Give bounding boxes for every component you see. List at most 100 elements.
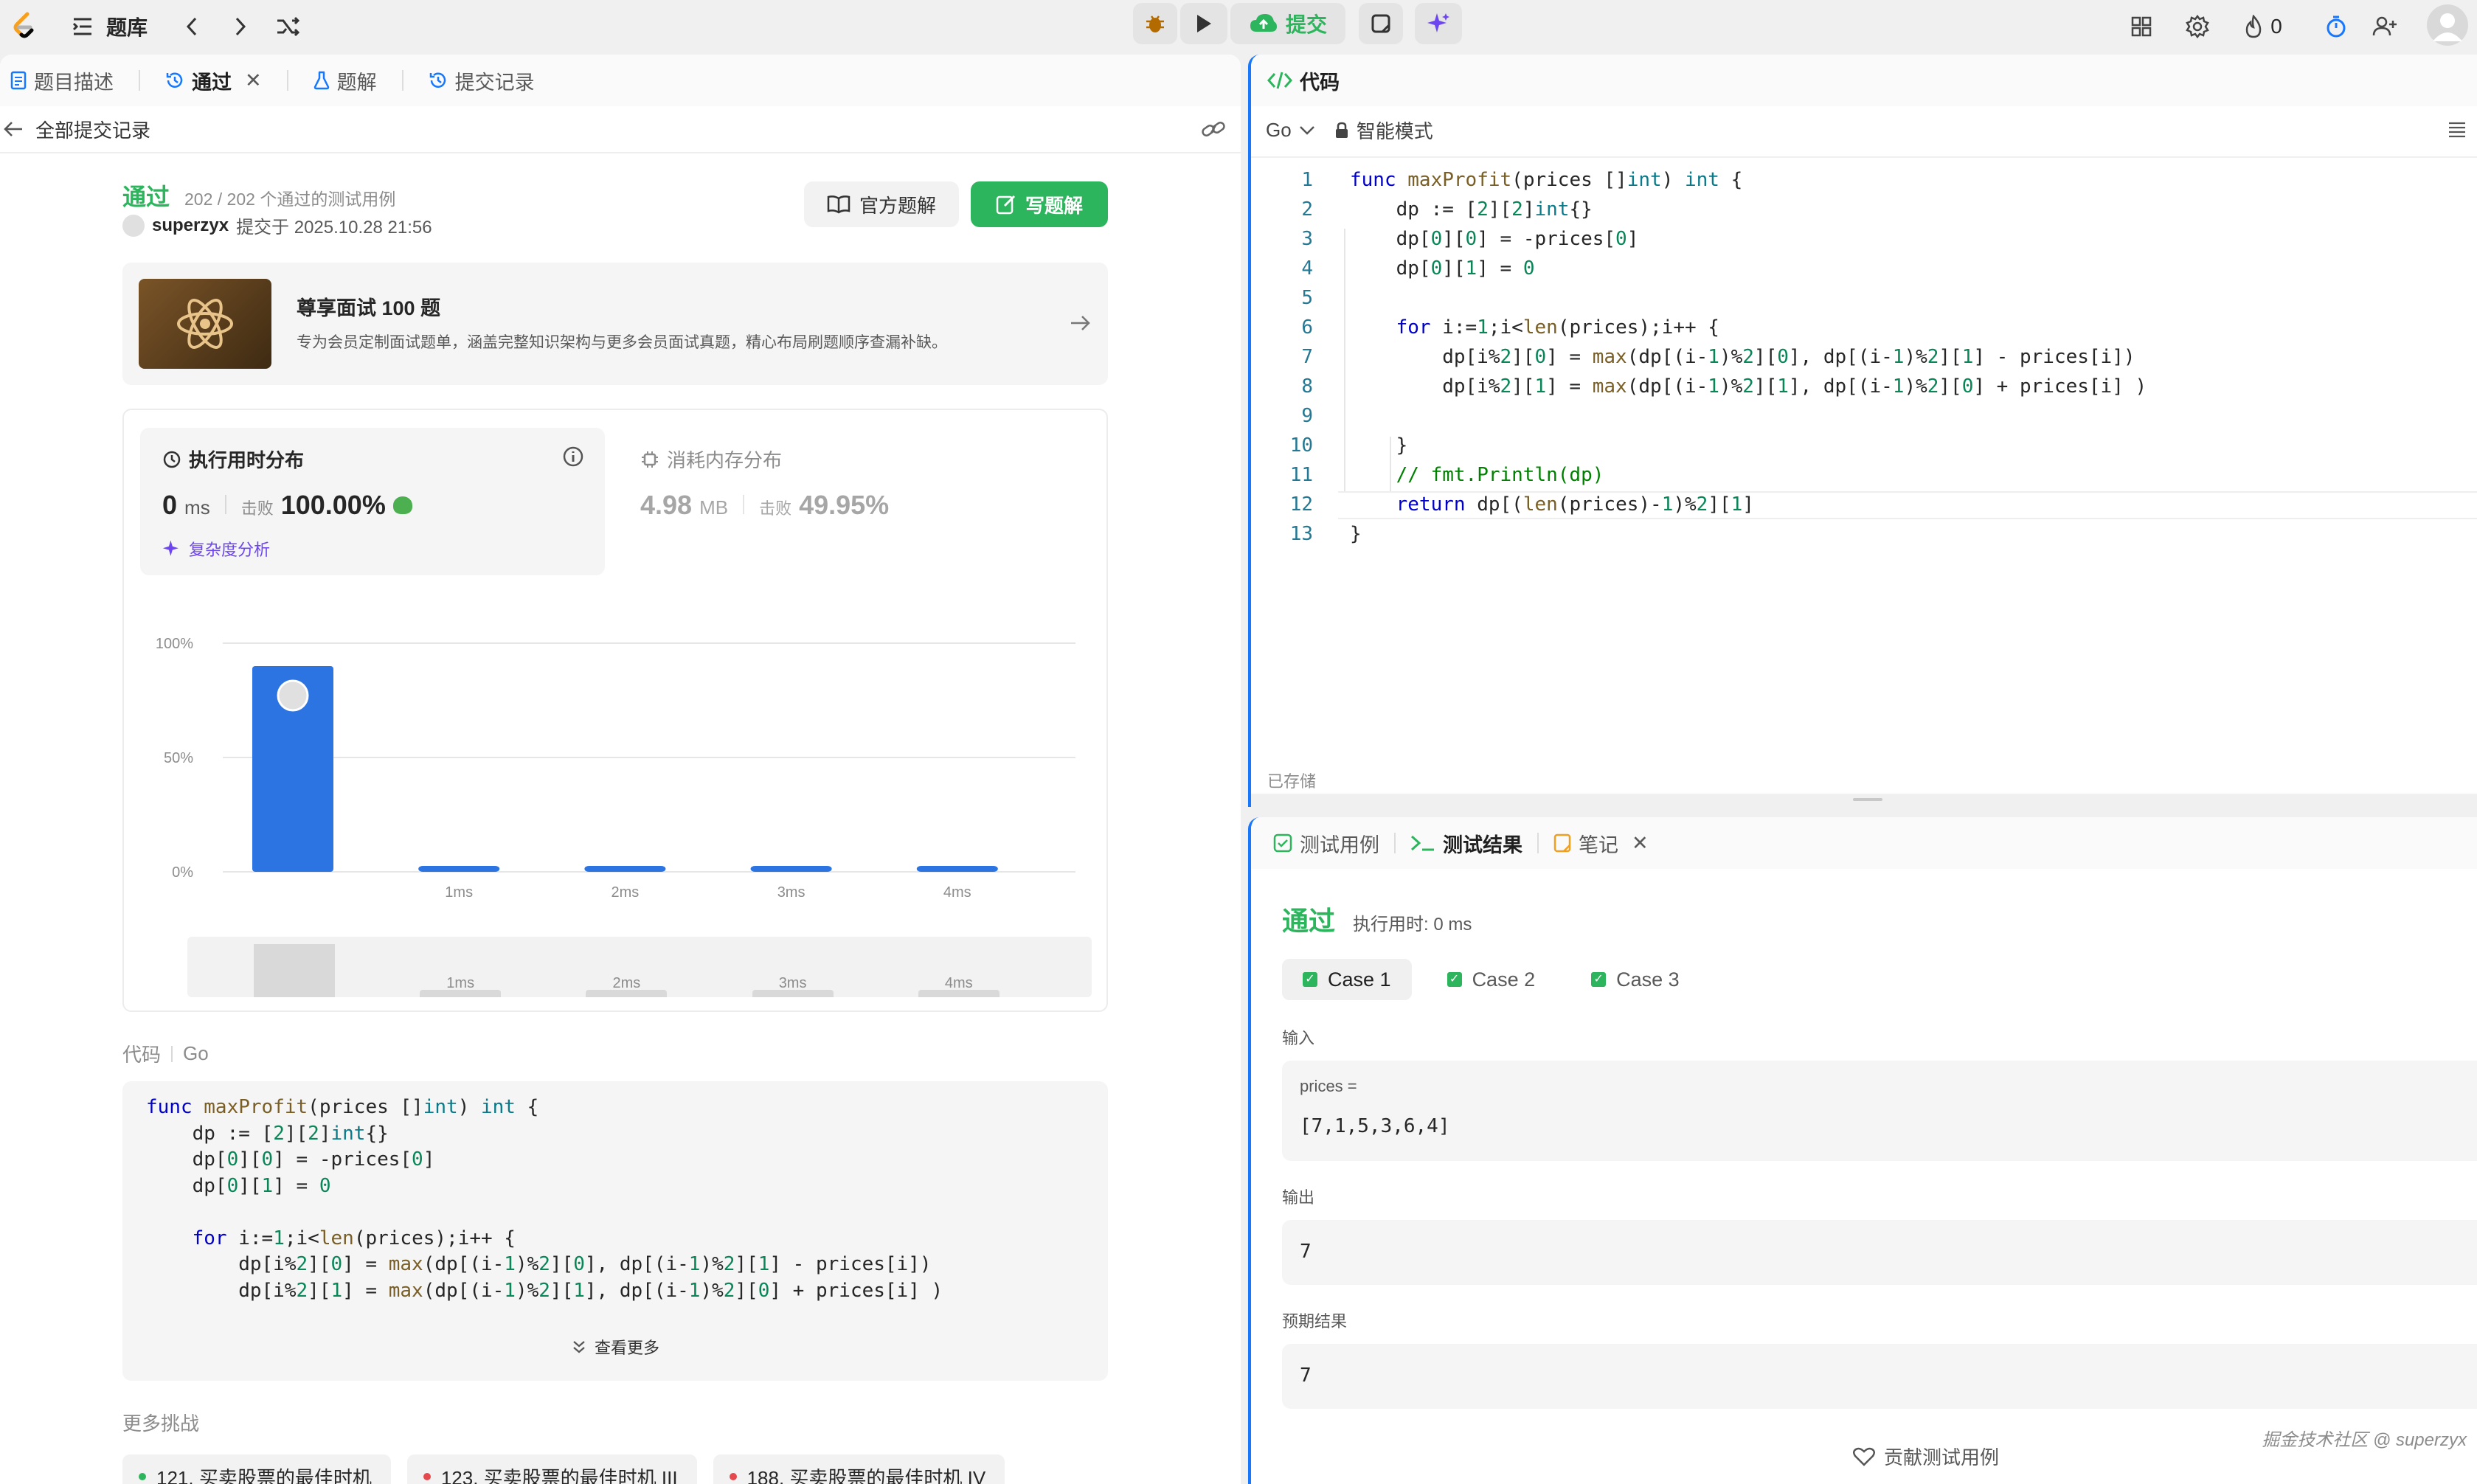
editor-line: 4 dp[0][1] = 0 xyxy=(1251,254,2476,283)
editor-line: 3 dp[0][0] = -prices[0] xyxy=(1251,224,2476,254)
problem-bank-button[interactable]: 题库 xyxy=(71,10,148,43)
stopwatch-icon xyxy=(2327,15,2346,38)
avatar[interactable] xyxy=(2427,4,2468,46)
close-icon[interactable]: ✕ xyxy=(1632,832,1649,855)
chevron-down-icon xyxy=(1299,125,1314,135)
premium-promo-card[interactable]: 尊享面试 100 题 专为会员定制面试题单，涵盖完整知识架构与更多会员面试真题，… xyxy=(122,263,1108,385)
username[interactable]: superzyx xyxy=(152,215,229,236)
drag-grip[interactable] xyxy=(1853,798,1882,801)
user-avatar[interactable] xyxy=(122,214,145,237)
chart-bar[interactable] xyxy=(750,866,832,872)
share-link-button[interactable] xyxy=(1201,118,1226,145)
tab-accepted[interactable]: 通过 ✕ xyxy=(165,66,262,95)
resize-handle[interactable] xyxy=(1251,794,2477,807)
editor-line: 9 xyxy=(1251,401,2476,431)
challenge-chip[interactable]: 121. 买卖股票的最佳时机 xyxy=(122,1454,391,1484)
contribute-test-case-button[interactable]: 贡献测试用例 xyxy=(1853,1443,1999,1470)
x-tick-label: 4ms xyxy=(943,884,971,901)
submit-label: 提交 xyxy=(1285,13,1327,36)
line-number: 5 xyxy=(1301,287,1313,309)
tab-notes-label: 笔记 xyxy=(1579,833,1618,856)
chevron-left-icon xyxy=(186,17,197,36)
case-tab[interactable]: ✓ Case 2 xyxy=(1427,959,1556,1000)
code-label: 代码 xyxy=(122,1044,162,1066)
chart-bar[interactable] xyxy=(418,866,500,872)
editor-line: 7 dp[i%2][0] = max(dp[(i-1)%2][0], dp[(i… xyxy=(1251,342,2476,372)
tab-description[interactable]: 题目描述 xyxy=(10,66,114,95)
line-content: dp[0][1] = 0 xyxy=(1350,257,1535,280)
line-number: 6 xyxy=(1301,316,1313,339)
menu-icon[interactable] xyxy=(2447,121,2467,139)
back-label: 全部提交记录 xyxy=(35,119,151,142)
tab-test-results[interactable]: 测试结果 xyxy=(1410,829,1522,858)
tab-description-label: 题目描述 xyxy=(34,71,114,94)
submission-panel: 题目描述 通过 ✕ 题解 提交记录 全部提交记录 通过 202 / 202 个通 xyxy=(0,55,1241,1484)
double-chevron-down-icon xyxy=(573,1341,585,1353)
timer-button[interactable] xyxy=(2318,9,2355,44)
view-more-button[interactable]: 查看更多 xyxy=(122,1335,1108,1359)
document-icon xyxy=(10,71,27,90)
editor-line: 5 xyxy=(1251,283,2476,313)
checkbox-icon xyxy=(1273,833,1292,853)
challenge-chip[interactable]: 188. 买卖股票的最佳时机 IV xyxy=(713,1454,1005,1484)
chart-bar[interactable] xyxy=(584,866,666,872)
ai-assistant-button[interactable] xyxy=(1415,3,1462,44)
back-to-all-submissions[interactable]: 全部提交记录 xyxy=(3,116,150,143)
tab-submissions-label: 提交记录 xyxy=(454,71,535,94)
runtime-distribution-chart: 100% 50% 0% 1ms 2ms 3ms 4ms xyxy=(156,636,1075,901)
input-label: 输入 xyxy=(1282,1029,1315,1047)
list-icon xyxy=(72,18,91,35)
settings-button[interactable] xyxy=(2179,9,2216,44)
leetcode-logo[interactable] xyxy=(7,9,41,43)
tab-notes[interactable]: 笔记 ✕ xyxy=(1553,829,1649,858)
result-header: 通过 202 / 202 个通过的测试用例 xyxy=(122,178,395,212)
official-solution-button[interactable]: 官方题解 xyxy=(804,181,959,227)
promo-description: 专为会员定制面试题单，涵盖完整知识架构与更多会员面试真题，精心布局刷题顺序查漏补… xyxy=(297,334,947,351)
submit-button[interactable]: 提交 xyxy=(1230,3,1345,44)
runtime-beats-value: 100.00% xyxy=(280,490,386,520)
line-number: 13 xyxy=(1289,523,1313,545)
editor-line: 2 dp := [2][2]int{} xyxy=(1251,195,2476,224)
challenge-chip[interactable]: 123. 买卖股票的最佳时机 III xyxy=(406,1454,697,1484)
close-icon[interactable]: ✕ xyxy=(245,69,262,92)
tab-submissions[interactable]: 提交记录 xyxy=(429,66,535,95)
next-problem-button[interactable] xyxy=(224,10,257,43)
code-editor-panel: 代码 Go 智能模式 1 func maxProfit(prices []int)… xyxy=(1248,55,2477,807)
memory-stat[interactable]: 消耗内存分布 4.98 MB 击败 49.95% xyxy=(640,428,1083,575)
complexity-analysis-link[interactable]: 复杂度分析 xyxy=(162,537,270,561)
smart-mode-label: 智能模式 xyxy=(1356,120,1433,142)
prev-problem-button[interactable] xyxy=(176,10,208,43)
editor-line: 8 dp[i%2][1] = max(dp[(i-1)%2][1], dp[(i… xyxy=(1251,372,2476,401)
smart-mode-toggle[interactable]: 智能模式 xyxy=(1334,117,1433,144)
runtime-stat[interactable]: 执行用时分布 0 ms 击败 100.00% 复杂度分析 xyxy=(140,428,605,575)
run-button[interactable] xyxy=(1180,3,1227,44)
contribute-label: 贡献测试用例 xyxy=(1884,1446,2000,1469)
view-more-label: 查看更多 xyxy=(594,1339,659,1357)
write-solution-button[interactable]: 写题解 xyxy=(971,181,1108,227)
test-runtime: 执行用时: 0 ms xyxy=(1353,915,1472,935)
code-editor[interactable]: 1 func maxProfit(prices []int) int {2 dp … xyxy=(1251,165,2476,549)
case-tab[interactable]: ✓ Case 3 xyxy=(1570,959,1700,1000)
history-icon xyxy=(429,72,446,88)
saved-status: 已存储 xyxy=(1267,772,1317,791)
language-select[interactable]: Go xyxy=(1266,119,1315,142)
case-tab[interactable]: ✓ Case 1 xyxy=(1282,959,1412,1000)
chart-bar[interactable] xyxy=(916,866,998,872)
random-problem-button[interactable] xyxy=(270,10,307,43)
tab-solutions[interactable]: 题解 xyxy=(313,66,377,95)
submitted-time: 提交于 2025.10.28 21:56 xyxy=(236,218,432,237)
tab-test-cases[interactable]: 测试用例 xyxy=(1273,829,1379,858)
layout-button[interactable] xyxy=(2123,9,2160,44)
chart-range-slider[interactable]: 1ms 2ms 3ms 4ms xyxy=(187,937,1092,997)
runtime-value-row: 0 ms 击败 100.00% xyxy=(162,490,412,521)
streak-button[interactable]: 0 xyxy=(2237,9,2290,44)
info-icon[interactable] xyxy=(562,445,584,468)
debug-button[interactable] xyxy=(1133,3,1177,44)
tab-solutions-label: 题解 xyxy=(336,71,377,94)
note-button[interactable] xyxy=(1359,3,1403,44)
code-preview: func maxProfit(prices []int) int { dp :=… xyxy=(122,1081,1108,1381)
line-number: 11 xyxy=(1289,464,1313,486)
editor-toolbar: Go 智能模式 xyxy=(1266,117,1433,144)
invite-button[interactable] xyxy=(2366,9,2403,44)
gear-icon xyxy=(2186,15,2209,38)
